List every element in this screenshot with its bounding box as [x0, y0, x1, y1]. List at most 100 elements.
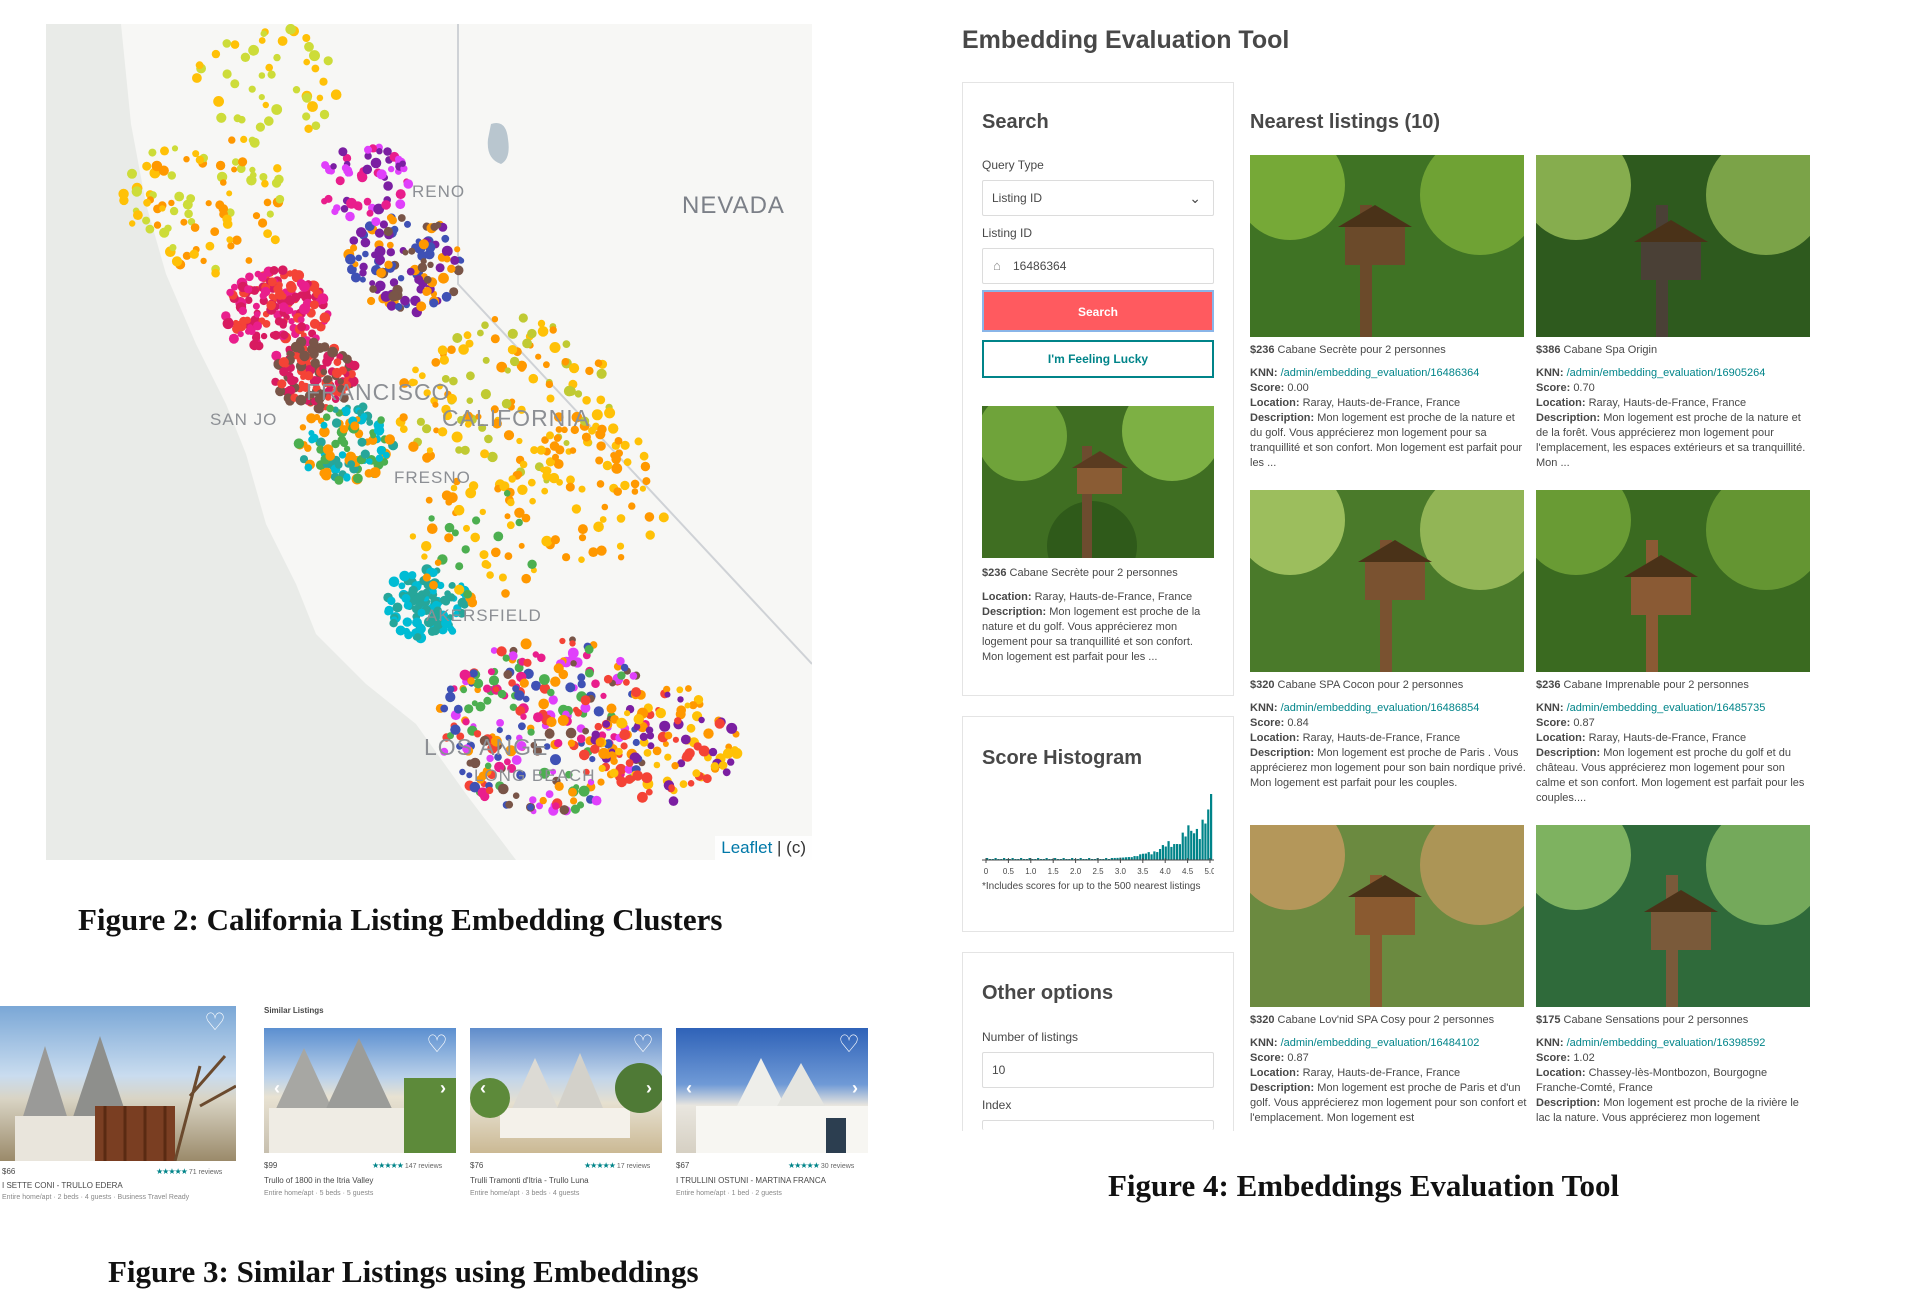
listing-dot — [331, 418, 342, 428]
knn-link[interactable]: /admin/embedding_evaluation/16398592 — [1567, 1037, 1766, 1049]
listing-id-value: 16486364 — [1013, 259, 1067, 273]
chevron-left-icon[interactable]: ‹ — [480, 1078, 486, 1099]
knn-link[interactable]: /admin/embedding_evaluation/16905264 — [1567, 367, 1766, 379]
listing-dot — [668, 784, 675, 791]
listing-dot — [275, 194, 285, 204]
number-of-listings-input[interactable]: 10 — [982, 1052, 1214, 1088]
knn-link[interactable]: /admin/embedding_evaluation/16485735 — [1567, 702, 1766, 714]
similar-listing-name[interactable]: I TRULLINI OSTUNI - MARTINA FRANCA — [676, 1176, 826, 1185]
nearest-listing-photo[interactable] — [1250, 825, 1524, 1007]
listing-dot — [180, 218, 188, 226]
listing-dot — [514, 690, 525, 701]
listing-dot — [453, 504, 465, 516]
chevron-right-icon[interactable]: › — [646, 1078, 652, 1099]
nearest-listing-photo[interactable] — [1250, 490, 1524, 672]
listing-dot — [565, 682, 576, 693]
index-input[interactable] — [982, 1120, 1214, 1130]
listing-dot — [529, 796, 537, 804]
listing-dot — [508, 651, 518, 661]
california-cluster-map[interactable]: RENO NEVADA FRANCISCO SAN JO CALIFORNIA … — [46, 24, 812, 860]
listing-dot — [585, 366, 594, 376]
heart-icon[interactable]: ♡ — [838, 1033, 860, 1057]
nearest-listing-photo[interactable] — [1536, 490, 1810, 672]
listing-dot — [345, 254, 356, 265]
heart-icon[interactable]: ♡ — [204, 1011, 226, 1035]
query-type-select[interactable]: Listing ID ⌄ — [982, 180, 1214, 216]
similar-listing-photo[interactable]: ♡ ‹ › — [470, 1028, 662, 1153]
nearest-listing-photo[interactable] — [1536, 825, 1810, 1007]
listing-dot — [596, 545, 607, 556]
similar-listing-meta: Entire home/apt · 5 beds · 5 guests — [264, 1190, 374, 1197]
listing-dot — [263, 229, 272, 239]
listing-dot — [261, 179, 269, 188]
listing-dot — [577, 673, 586, 682]
knn-link[interactable]: /admin/embedding_evaluation/16486364 — [1281, 367, 1480, 379]
listing-dot — [596, 480, 605, 488]
listing-dot — [159, 205, 166, 212]
listing-dot — [416, 301, 427, 312]
listing-dot — [367, 296, 376, 306]
chevron-right-icon[interactable]: › — [440, 1078, 446, 1099]
heart-icon[interactable]: ♡ — [426, 1033, 448, 1057]
nearest-listing-description: Description: Mon logement est proche de … — [1250, 411, 1528, 471]
histogram-bar — [1190, 830, 1193, 860]
listing-dot — [425, 496, 433, 504]
listing-dot — [501, 589, 510, 598]
listing-dot — [687, 780, 695, 787]
listing-id-input[interactable]: ⌂ 16486364 — [982, 248, 1214, 284]
listing-dot — [664, 731, 673, 740]
listing-dot — [547, 688, 555, 697]
listing-dot — [364, 199, 371, 206]
chevron-right-icon[interactable]: › — [852, 1078, 858, 1099]
nearest-listing-photo[interactable] — [1250, 155, 1524, 337]
listing-dot — [556, 479, 563, 486]
listing-dot — [342, 354, 352, 364]
location-value: Raray, Hauts-de-France, France — [1588, 732, 1747, 744]
similar-listing-photo[interactable]: ♡ ‹ › — [676, 1028, 868, 1153]
similar-listing-name[interactable]: Trulli Tramonti d'Itria - Trullo Luna — [470, 1176, 589, 1185]
similar-listing-photo[interactable]: ♡ ‹ › — [264, 1028, 456, 1153]
score-value: 0.87 — [1287, 1052, 1309, 1064]
main-listing-photo[interactable]: ♡ — [0, 1006, 236, 1161]
listing-dot — [131, 186, 142, 197]
listing-dot — [278, 357, 289, 368]
listing-dot — [341, 406, 349, 414]
listing-dot — [459, 768, 466, 776]
listing-dot — [502, 654, 510, 662]
listing-dot — [553, 663, 564, 674]
listing-dot — [652, 746, 662, 756]
chevron-left-icon[interactable]: ‹ — [274, 1078, 280, 1099]
listing-dot — [487, 668, 495, 676]
search-button[interactable]: Search — [982, 290, 1214, 332]
listing-dot — [447, 625, 455, 633]
listing-dot — [184, 209, 193, 219]
knn-link[interactable]: /admin/embedding_evaluation/16486854 — [1281, 702, 1480, 714]
nearest-listing-title: $320 Cabane SPA Cocon pour 2 personnes — [1250, 678, 1528, 693]
listing-dot — [481, 560, 490, 569]
listing-dot — [460, 686, 468, 694]
heart-icon[interactable]: ♡ — [632, 1033, 654, 1057]
similar-listing-name[interactable]: Trullo of 1800 in the Itria Valley — [264, 1176, 373, 1185]
nearest-listing-photo[interactable] — [1536, 155, 1810, 337]
chevron-left-icon[interactable]: ‹ — [686, 1078, 692, 1099]
leaflet-link[interactable]: Leaflet — [721, 838, 772, 857]
main-listing-name[interactable]: I SETTE CONI - TRULLO EDERA — [2, 1181, 123, 1190]
histogram-bar — [1167, 841, 1170, 860]
histogram-bar — [1158, 849, 1162, 860]
listing-dot — [466, 772, 473, 779]
query-listing-photo[interactable] — [982, 406, 1214, 558]
listing-dot — [362, 250, 369, 258]
nearest-listing-knn: KNN: /admin/embedding_evaluation/1690526… — [1536, 366, 1814, 381]
listing-dot — [233, 114, 242, 123]
histogram-tick-label: 1.5 — [1048, 867, 1060, 876]
listing-dot — [388, 165, 395, 173]
review-count: 71 reviews — [188, 1169, 223, 1176]
feeling-lucky-button[interactable]: I'm Feeling Lucky — [982, 340, 1214, 378]
listing-dot — [308, 430, 315, 436]
nearest-listing-description: Description: Mon logement est proche de … — [1536, 1096, 1814, 1126]
listing-dot — [617, 554, 625, 561]
listing-dot — [395, 189, 406, 200]
listing-dot — [463, 331, 472, 340]
listing-dot — [285, 295, 296, 306]
knn-link[interactable]: /admin/embedding_evaluation/16484102 — [1281, 1037, 1480, 1049]
